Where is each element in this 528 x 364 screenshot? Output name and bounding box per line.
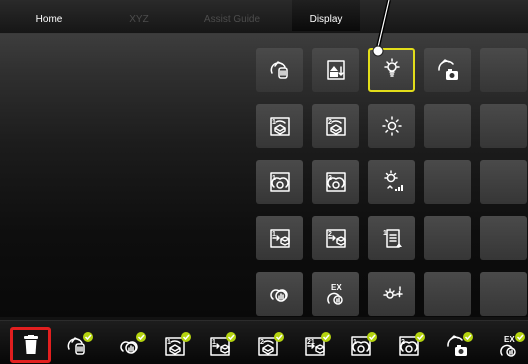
- strip-item[interactable]: EX: [494, 330, 528, 360]
- bulb-bars-icon: [383, 170, 403, 191]
- strip-item[interactable]: 1: [346, 330, 380, 360]
- function-tile[interactable]: [424, 48, 471, 92]
- empty-tile: [424, 272, 471, 316]
- svg-text:EX: EX: [504, 335, 515, 344]
- strip-item[interactable]: 1: [205, 330, 239, 360]
- wb-hand-icon: [270, 61, 288, 79]
- function-tile[interactable]: 1: [256, 104, 303, 148]
- info-panel-icon: [326, 60, 345, 80]
- box-rotate-1-icon: 1: [165, 332, 191, 356]
- function-tile[interactable]: [368, 48, 415, 92]
- double-circle-2-icon: 2: [325, 172, 346, 192]
- arrow-box-1-icon: 1: [210, 332, 236, 356]
- function-tile[interactable]: 1: [256, 216, 303, 260]
- function-tile[interactable]: 1: [368, 216, 415, 260]
- empty-tile: [480, 160, 527, 204]
- function-tile[interactable]: 1: [256, 160, 303, 204]
- camera-hand-icon: [437, 59, 458, 80]
- check-badge-icon: [463, 332, 473, 342]
- check-badge-icon: [83, 332, 93, 342]
- double-circle-hand-icon: [269, 289, 288, 302]
- double-circle-hand-icon: [120, 332, 146, 354]
- svg-text:1: 1: [212, 339, 216, 346]
- check-badge-icon: [226, 332, 236, 342]
- svg-text:2: 2: [401, 339, 405, 346]
- svg-text:1: 1: [272, 119, 276, 126]
- function-tile[interactable]: [368, 104, 415, 148]
- empty-tile: [480, 272, 527, 316]
- function-tile[interactable]: [312, 48, 359, 92]
- double-circle-2-icon: 2: [399, 332, 425, 356]
- tab-display[interactable]: Display: [292, 0, 360, 31]
- check-badge-icon: [367, 332, 377, 342]
- empty-tile: [480, 104, 527, 148]
- tab-bar: Home XYZ Assist Guide Display: [0, 0, 528, 34]
- box-rotate-2-icon: 2: [258, 332, 284, 356]
- bulb-icon: [383, 58, 400, 77]
- tab-assist-guide[interactable]: Assist Guide: [196, 0, 268, 31]
- camera-hand-icon: [447, 332, 473, 356]
- strip-item[interactable]: 2: [253, 330, 287, 360]
- function-tile[interactable]: [368, 160, 415, 204]
- svg-text:2: 2: [260, 339, 264, 346]
- svg-text:EX: EX: [331, 283, 342, 292]
- empty-tile: [424, 160, 471, 204]
- svg-text:1: 1: [272, 231, 276, 238]
- svg-text:2: 2: [328, 119, 332, 126]
- arrow-box-2-icon: 2: [325, 229, 346, 248]
- check-badge-icon: [274, 332, 284, 342]
- box-rotate-2-icon: 2: [325, 117, 346, 136]
- strip-item[interactable]: [442, 330, 476, 360]
- check-badge-icon: [415, 332, 425, 342]
- sparkle-icon: [381, 116, 402, 136]
- svg-text:1: 1: [383, 230, 387, 237]
- box-rotate-1-icon: 1: [269, 117, 290, 136]
- arrow-box-1-icon: 1: [269, 229, 290, 248]
- function-tile[interactable]: 2: [312, 160, 359, 204]
- svg-text:2: 2: [328, 231, 332, 238]
- empty-tile: [424, 216, 471, 260]
- double-circle-1-icon: 1: [269, 172, 290, 192]
- tab-home[interactable]: Home: [28, 0, 70, 31]
- check-badge-icon: [136, 332, 146, 342]
- ex-hand-icon: EX: [326, 283, 343, 305]
- bulb-plus-icon: [382, 286, 403, 299]
- empty-tile: [480, 216, 527, 260]
- document-1-icon: 1: [383, 229, 402, 248]
- empty-tile: [480, 48, 527, 92]
- svg-text:1: 1: [272, 175, 276, 182]
- strip-item[interactable]: 1: [160, 330, 194, 360]
- function-tile[interactable]: EX: [312, 272, 359, 316]
- svg-text:1: 1: [353, 339, 357, 346]
- strip-item[interactable]: 21: [300, 330, 334, 360]
- trash-icon: [23, 335, 38, 354]
- check-badge-icon: [181, 332, 191, 342]
- svg-text:21: 21: [307, 339, 315, 346]
- function-tile[interactable]: 2: [312, 104, 359, 148]
- strip-item[interactable]: 2: [394, 330, 428, 360]
- strip-item[interactable]: [115, 330, 149, 360]
- double-circle-1-icon: 1: [351, 332, 377, 356]
- check-badge-icon: [321, 332, 331, 342]
- wb-hand-icon: [67, 332, 93, 355]
- tab-xyz[interactable]: XYZ: [124, 0, 154, 31]
- svg-text:2: 2: [328, 175, 332, 182]
- delete-button[interactable]: [10, 327, 51, 363]
- function-tile[interactable]: [256, 48, 303, 92]
- empty-tile: [424, 104, 471, 148]
- strip-item[interactable]: [62, 330, 96, 360]
- function-tile[interactable]: [256, 272, 303, 316]
- function-tile[interactable]: 2: [312, 216, 359, 260]
- svg-text:1: 1: [167, 339, 171, 346]
- arrow-box-2-icon: 21: [305, 332, 331, 356]
- check-badge-icon: [515, 332, 525, 342]
- function-tile[interactable]: [368, 272, 415, 316]
- ex-hand-icon: EX: [500, 332, 525, 357]
